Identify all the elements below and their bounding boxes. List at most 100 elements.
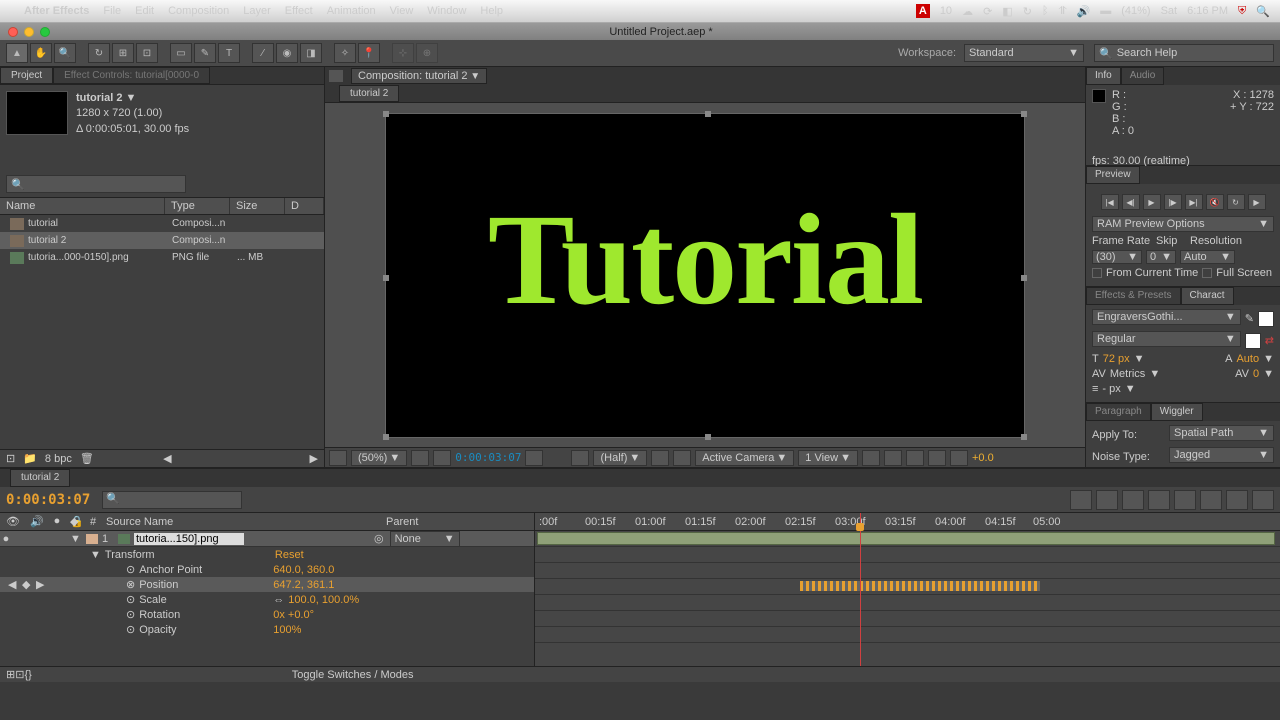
add-key-icon[interactable]: ◆ — [22, 578, 30, 591]
workspace-select[interactable]: Standard▼ — [964, 44, 1084, 62]
cloud-icon[interactable]: ☁ — [962, 5, 973, 18]
handle-bl[interactable] — [383, 434, 389, 440]
graph-editor-icon[interactable] — [1252, 490, 1274, 510]
loop-icon[interactable]: ↻ — [1227, 194, 1245, 210]
stroke-color[interactable] — [1245, 333, 1261, 349]
brainstorm-icon[interactable] — [1200, 490, 1222, 510]
minimize-icon[interactable] — [24, 27, 34, 37]
prop-position[interactable]: ◀ ◆ ▶ ⊗ Position 647.2, 361.1 — [0, 577, 534, 592]
toggle-icon[interactable]: ⊡ — [15, 668, 24, 681]
quality-select[interactable]: (Half)▼ — [593, 450, 647, 466]
layer-color[interactable] — [86, 534, 98, 544]
label-col[interactable]: ◆ — [70, 515, 90, 528]
timeline-search-input[interactable]: 🔍 — [102, 491, 242, 509]
project-search-input[interactable]: 🔍 — [6, 175, 186, 193]
playhead[interactable] — [860, 513, 861, 666]
folder-icon[interactable]: 📁 — [23, 452, 37, 465]
stopwatch-icon[interactable]: ⊙ — [126, 563, 135, 576]
framerate-select[interactable]: (30)▼ — [1092, 250, 1142, 264]
tracking-value[interactable]: 0 — [1253, 368, 1259, 380]
volume-icon[interactable]: 🔊 — [1077, 5, 1091, 18]
prev-frame-icon[interactable]: ◀| — [1122, 194, 1140, 210]
first-frame-icon[interactable]: |◀ — [1101, 194, 1119, 210]
parent-select[interactable]: None▼ — [390, 531, 460, 547]
col-size[interactable]: Size — [230, 198, 285, 214]
search-help-input[interactable]: 🔍Search Help — [1094, 44, 1274, 62]
interpret-icon[interactable]: ⊡ — [6, 452, 15, 465]
world-axis-icon[interactable]: ⊕ — [416, 43, 438, 63]
stroke-width-value[interactable]: - px — [1102, 383, 1120, 395]
audio-col-icon[interactable]: 🔊 — [30, 515, 44, 528]
zoom-tool-icon[interactable]: 🔍 — [54, 43, 76, 63]
prop-opacity[interactable]: ⊙ Opacity 100% — [0, 622, 534, 637]
tab-character[interactable]: Charact — [1181, 287, 1234, 305]
eye-col-icon[interactable]: 👁 — [6, 515, 20, 528]
pen-tool-icon[interactable]: ✎ — [194, 43, 216, 63]
tab-effects-presets[interactable]: Effects & Presets — [1086, 287, 1181, 305]
hand-tool-icon[interactable]: ✋ — [30, 43, 52, 63]
swap-colors-icon[interactable]: ⇄ — [1265, 334, 1274, 347]
twirl-icon[interactable]: ▼ — [90, 549, 101, 561]
prop-anchor-point[interactable]: ⊙ Anchor Point 640.0, 360.0 — [0, 562, 534, 577]
position-track[interactable] — [535, 579, 1280, 595]
handle-tc[interactable] — [705, 111, 711, 117]
timeline-tab[interactable]: tutorial 2 — [10, 469, 70, 487]
fullscreen-checkbox[interactable] — [1202, 268, 1212, 278]
project-item[interactable]: tutorial 2 Composi...n — [0, 232, 324, 249]
timeline-timecode[interactable]: 0:00:03:07 — [6, 492, 90, 508]
time-ruler[interactable]: :00f 00:15f 01:00f 01:15f 02:00f 02:15f … — [535, 513, 1280, 531]
prop-scale[interactable]: ⊙ Scale ⇔ 100.0, 100.0% — [0, 592, 534, 607]
source-col[interactable]: Source Name — [106, 516, 256, 528]
timemachine-icon[interactable]: ↻ — [1023, 5, 1032, 18]
adobe-icon[interactable]: A — [916, 4, 930, 18]
handle-ml[interactable] — [383, 275, 389, 281]
frame-blend-icon[interactable] — [1148, 490, 1170, 510]
viewer-timecode[interactable]: 0:00:03:07 — [455, 451, 521, 464]
menu-layer[interactable]: Layer — [243, 5, 271, 17]
resolution-select[interactable]: Auto▼ — [1180, 250, 1235, 264]
menu-edit[interactable]: Edit — [135, 5, 154, 17]
zoom-icon[interactable] — [40, 27, 50, 37]
comp-selector[interactable]: Composition: tutorial 2 ▼ — [351, 68, 487, 84]
link-icon[interactable]: ⇔ — [273, 594, 284, 606]
col-name[interactable]: Name — [0, 198, 165, 214]
timeline-nav-prev[interactable]: ◀ — [163, 452, 171, 465]
kerning-value[interactable]: Metrics — [1110, 368, 1145, 380]
fast-preview-icon[interactable] — [433, 450, 451, 466]
comp-title[interactable]: tutorial 2 ▼ — [76, 91, 189, 106]
roi-icon[interactable] — [651, 450, 669, 466]
transform-group[interactable]: ▼ Transform Reset — [0, 547, 534, 562]
fast-previews-icon[interactable] — [884, 450, 902, 466]
play-icon[interactable]: ▶ — [1143, 194, 1161, 210]
parent-pickwhip-icon[interactable]: ◎ — [374, 532, 384, 545]
next-frame-icon[interactable]: |▶ — [1164, 194, 1182, 210]
handle-tl[interactable] — [383, 111, 389, 117]
from-current-checkbox[interactable] — [1092, 268, 1102, 278]
project-item[interactable]: tutorial Composi...n — [0, 215, 324, 232]
twirl-icon[interactable]: ▼ — [70, 533, 82, 545]
num-col[interactable]: # — [90, 516, 106, 528]
rect-tool-icon[interactable]: ▭ — [170, 43, 192, 63]
local-axis-icon[interactable]: ⊹ — [392, 43, 414, 63]
handle-mr[interactable] — [1021, 275, 1027, 281]
stopwatch-on-icon[interactable]: ⊗ — [126, 578, 135, 591]
clock-day[interactable]: Sat — [1161, 5, 1178, 17]
project-item[interactable]: tutoria...000-0150].png PNG file ... MB — [0, 249, 324, 266]
stopwatch-icon[interactable]: ⊙ — [126, 593, 135, 606]
resolution-icon[interactable] — [411, 450, 429, 466]
eyedropper-icon[interactable]: ✎ — [1245, 312, 1254, 325]
tab-wiggler[interactable]: Wiggler — [1151, 403, 1203, 421]
apply-to-select[interactable]: Spatial Path▼ — [1169, 425, 1274, 441]
sync-icon[interactable]: ⟳ — [983, 5, 992, 18]
layer-bar[interactable] — [537, 532, 1275, 545]
parent-col[interactable]: Parent — [386, 516, 418, 528]
selection-tool-icon[interactable]: ▲ — [6, 43, 28, 63]
tab-info[interactable]: Info — [1086, 67, 1121, 85]
pixel-aspect-icon[interactable] — [862, 450, 880, 466]
menu-animation[interactable]: Animation — [327, 5, 376, 17]
col-d[interactable]: D — [285, 198, 324, 214]
stopwatch-icon[interactable]: ⊙ — [126, 623, 135, 636]
channel-icon[interactable] — [571, 450, 589, 466]
display-icon[interactable]: ◧ — [1002, 5, 1012, 18]
prev-key-icon[interactable]: ◀ — [8, 578, 16, 591]
